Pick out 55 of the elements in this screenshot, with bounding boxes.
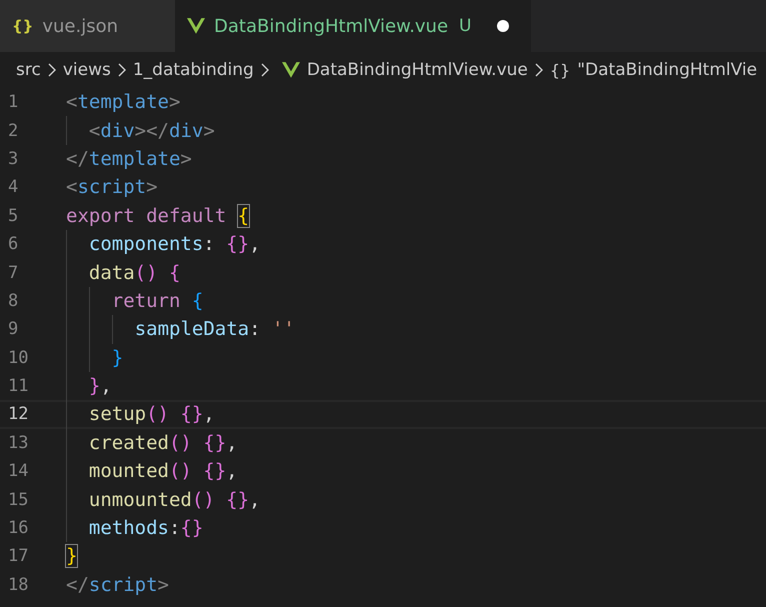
line-number: 13 <box>7 432 30 453</box>
line-number: 17 <box>7 546 30 566</box>
line-number: 9 <box>7 319 20 340</box>
code-line: } <box>66 545 78 568</box>
vue-logo-icon <box>282 62 300 78</box>
breadcrumb-item[interactable]: "DataBindingHtmlVie <box>577 60 758 80</box>
code-line: } <box>112 346 124 369</box>
line-number: 16 <box>7 518 30 538</box>
vue-logo-icon <box>187 18 205 34</box>
code-line: <div></div> <box>88 120 215 142</box>
line-number: 2 <box>7 120 20 141</box>
chevron-icon <box>118 63 126 77</box>
line-number: 1 <box>7 92 20 112</box>
chevron-icon <box>534 63 543 77</box>
indent-guide <box>112 315 113 344</box>
chevron-icon <box>48 63 56 77</box>
braces-icon: {} <box>550 60 570 80</box>
breadcrumb-item[interactable]: src <box>16 60 41 80</box>
line-number: 12 <box>7 404 30 424</box>
line-number: 6 <box>7 234 20 254</box>
line-number: 8 <box>7 290 20 311</box>
code-line: </template> <box>66 148 192 170</box>
line-number: 10 <box>7 348 30 368</box>
git-status-label: U <box>459 16 472 36</box>
line-number: 7 <box>7 262 20 283</box>
code-line: data() { <box>88 262 180 284</box>
line-number: 15 <box>7 490 30 510</box>
line-number: 14 <box>7 461 30 482</box>
indent-guide <box>66 116 67 145</box>
breadcrumb-item[interactable]: DataBindingHtmlView.vue <box>306 60 528 80</box>
code-line: setup() {}, <box>88 403 215 426</box>
line-number: 11 <box>7 376 30 396</box>
code-line: mounted() {}, <box>88 460 238 482</box>
code-line: unmounted() {}, <box>88 488 260 511</box>
line-number: 5 <box>7 206 20 226</box>
editor-tab[interactable]: DataBindingHtmlView.vue U <box>175 0 530 52</box>
breadcrumb-item[interactable]: views <box>62 60 111 80</box>
code-line: <script> <box>66 176 158 198</box>
code-line: <template> <box>66 91 180 114</box>
json-icon: {} <box>12 17 34 35</box>
breadcrumb-item[interactable]: 1_databinding <box>132 60 254 80</box>
code-line: methods:{} <box>88 517 204 540</box>
line-number: 4 <box>7 177 20 198</box>
code-line: return { <box>112 290 204 312</box>
line-number: 3 <box>7 148 20 169</box>
code-line: }, <box>88 375 112 398</box>
editor-tab[interactable]: {} vue.json <box>0 0 175 52</box>
chevron-icon <box>260 63 269 77</box>
code-line: </script> <box>66 574 169 596</box>
unsaved-dot-icon[interactable] <box>496 20 508 32</box>
code-line: export default { <box>66 204 250 227</box>
code-line: components: {}, <box>88 233 261 256</box>
line-number: 18 <box>7 574 30 595</box>
code-line: sampleData: '' <box>134 318 295 340</box>
code-line: created() {}, <box>88 432 238 454</box>
